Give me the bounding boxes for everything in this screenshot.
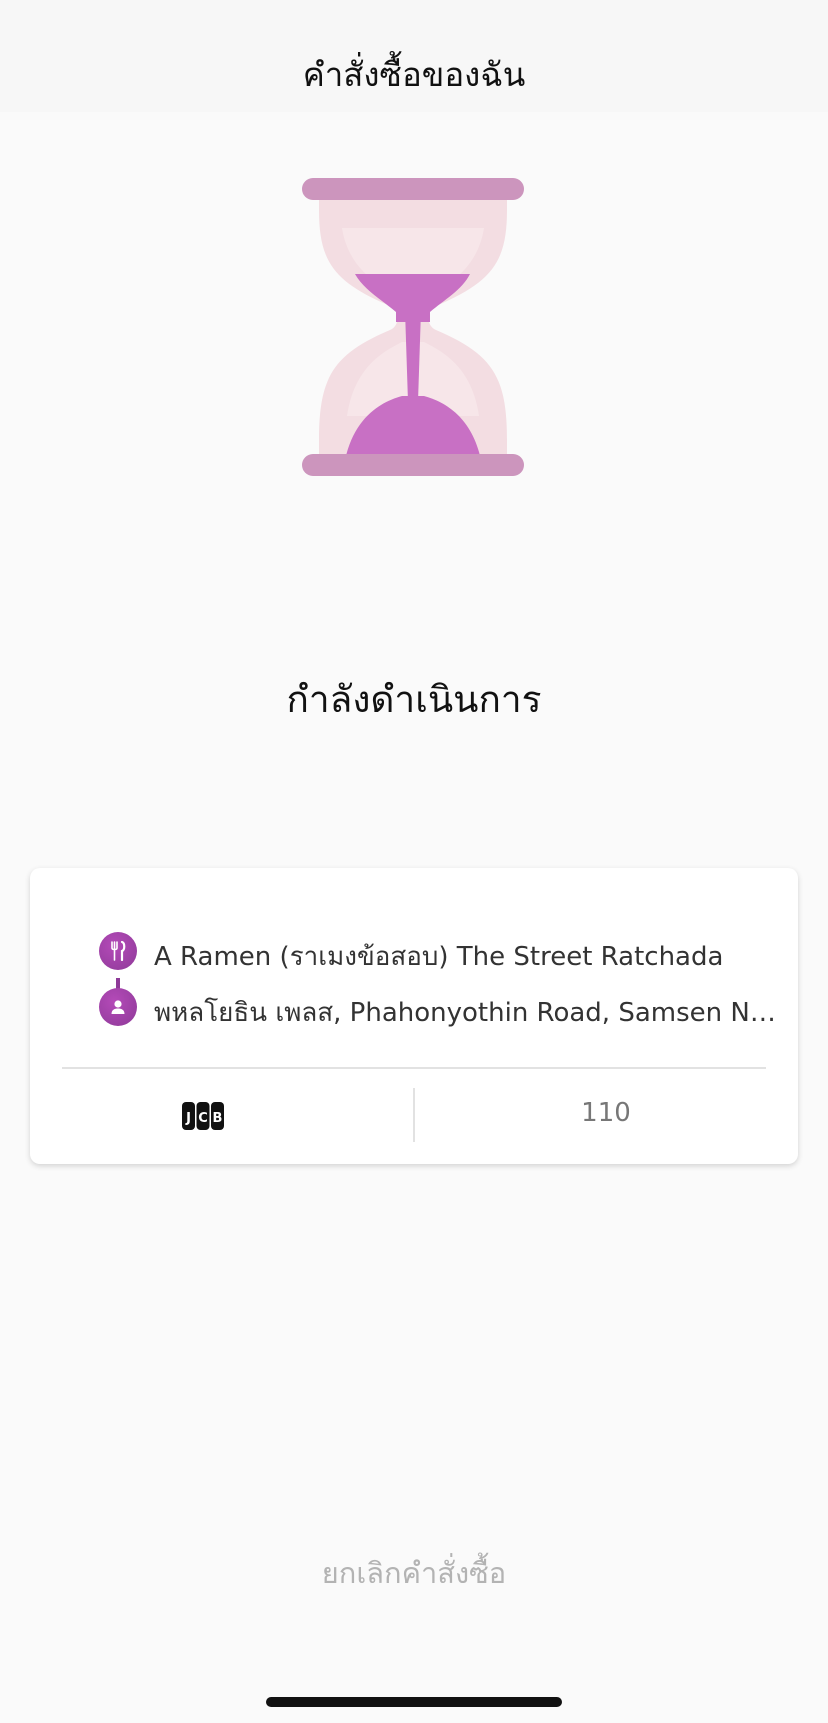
jcb-letter: B (213, 1111, 223, 1126)
jcb-card-icon: J CB (182, 1102, 224, 1130)
page-title: คำสั่งซื้อของฉัน (302, 55, 526, 94)
jcb-letter: C (198, 1111, 208, 1126)
cancel-order-button[interactable]: ยกเลิกคำสั่งซื้อ (214, 1550, 614, 1594)
restaurant-name: A Ramen (ราเมงข้อสอบ) The Street Ratchad… (154, 942, 724, 972)
order-price: 110 (581, 1098, 631, 1128)
header-bar: คำสั่งซื้อของฉัน (0, 0, 828, 112)
person-icon (99, 988, 137, 1026)
utensils-icon (99, 932, 137, 970)
delivery-address: พหลโยธิน เพลส, Phahonyothin Road, Samsen… (154, 998, 776, 1028)
status-title: กำลังดำเนินการ (286, 678, 542, 721)
hourglass-icon (302, 178, 524, 476)
card-divider (62, 1067, 766, 1069)
order-card[interactable]: A Ramen (ราเมงข้อสอบ) The Street Ratchad… (30, 868, 798, 1164)
svg-text:J: J (185, 1111, 191, 1126)
home-indicator (266, 1697, 562, 1707)
